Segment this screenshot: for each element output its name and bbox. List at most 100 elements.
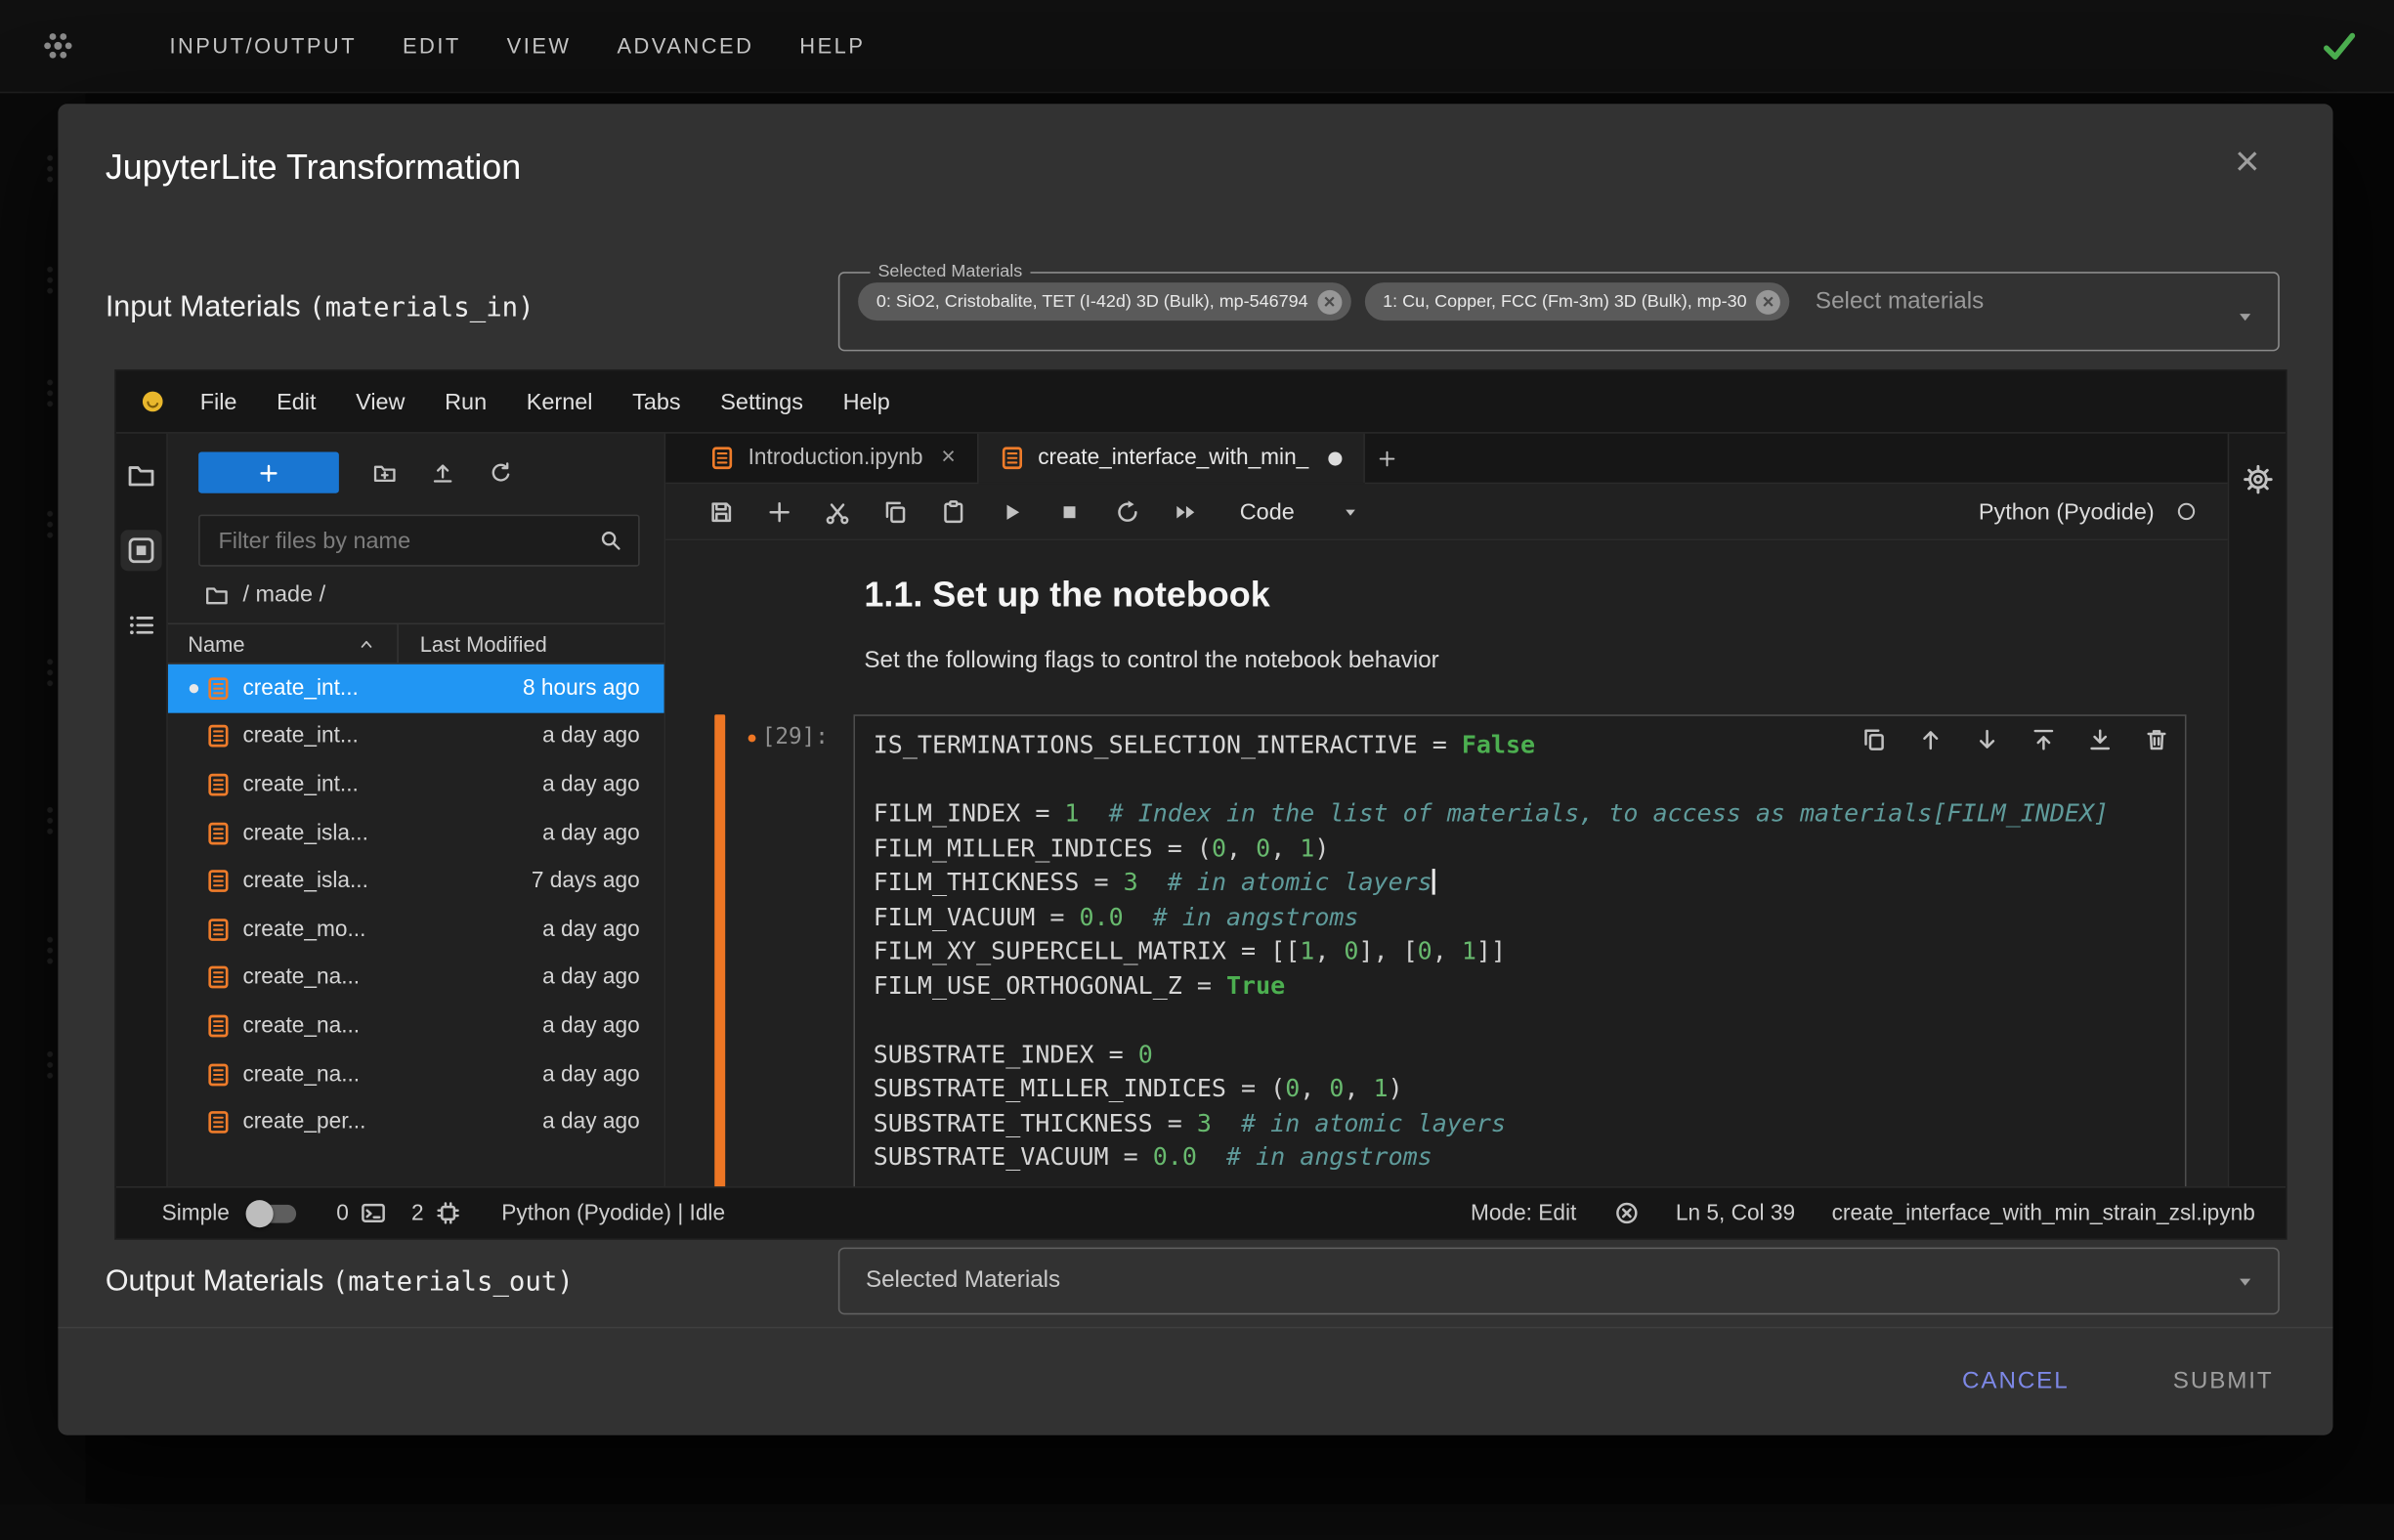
- top-menu-view[interactable]: VIEW: [484, 33, 594, 58]
- dialog-title: JupyterLite Transformation: [106, 147, 521, 188]
- cut-icon[interactable]: [825, 498, 851, 525]
- filter-files-input[interactable]: [215, 526, 598, 555]
- paste-icon[interactable]: [941, 498, 967, 525]
- jupyter-menu-settings[interactable]: Settings: [701, 389, 823, 415]
- chevron-down-icon[interactable]: [2236, 306, 2255, 325]
- fast-forward-icon[interactable]: [1173, 498, 1199, 525]
- jupyter-menu-kernel[interactable]: Kernel: [506, 389, 612, 415]
- cursor-position[interactable]: Ln 5, Col 39: [1676, 1201, 1795, 1225]
- kernel-name: Python (Pyodide): [1979, 498, 2155, 525]
- materials-select-placeholder[interactable]: Select materials: [1816, 288, 1984, 316]
- editor-tab-introduction-ipynb[interactable]: Introduction.ipynb ×: [689, 434, 979, 483]
- text-cursor: [1432, 869, 1434, 895]
- table-of-contents-icon[interactable]: [127, 611, 156, 640]
- file-row[interactable]: create_per...a day ago: [168, 1098, 664, 1146]
- file-row[interactable]: create_mo...a day ago: [168, 906, 664, 954]
- column-header-name[interactable]: Name: [168, 631, 397, 656]
- chip-delete-icon[interactable]: ×: [1317, 289, 1342, 314]
- material-chips: 0: SiO2, Cristobalite, TET (I-42d) 3D (B…: [858, 282, 2210, 321]
- top-menu-help[interactable]: HELP: [777, 33, 888, 58]
- tab-label: Introduction.ipynb: [748, 446, 923, 470]
- delete-icon[interactable]: [2144, 727, 2170, 753]
- new-tab-button[interactable]: [1365, 434, 1408, 483]
- cancel-button[interactable]: CANCEL: [1953, 1366, 2078, 1396]
- file-row[interactable]: create_int...a day ago: [168, 712, 664, 760]
- new-folder-icon[interactable]: [372, 460, 397, 485]
- file-row[interactable]: create_int...a day ago: [168, 760, 664, 808]
- run-icon[interactable]: [999, 498, 1025, 525]
- save-icon[interactable]: [708, 498, 735, 525]
- file-modified: a day ago: [542, 965, 664, 990]
- breadcrumb-path[interactable]: / made /: [242, 581, 325, 608]
- material-chip[interactable]: 1: Cu, Copper, FCC (Fm-3m) 3D (Bulk), mp…: [1364, 282, 1789, 321]
- new-launcher-button[interactable]: [198, 452, 339, 493]
- output-materials-select[interactable]: Selected Materials: [838, 1248, 2280, 1315]
- jupyterlite-transformation-dialog: JupyterLite Transformation × Input Mater…: [58, 104, 2332, 1435]
- add-cell-icon[interactable]: [766, 498, 792, 525]
- file-row[interactable]: create_na...a day ago: [168, 1002, 664, 1049]
- move-down-icon[interactable]: [1974, 727, 2000, 753]
- terminal-icon[interactable]: [361, 1200, 387, 1226]
- dialog-close-icon[interactable]: ×: [2235, 141, 2260, 184]
- top-menu-input-output[interactable]: INPUT/OUTPUT: [147, 33, 380, 58]
- file-name: create_na...: [242, 965, 360, 990]
- material-chip[interactable]: 0: SiO2, Cristobalite, TET (I-42d) 3D (B…: [858, 282, 1350, 321]
- move-up-icon[interactable]: [1918, 727, 1945, 753]
- running-kernels-icon[interactable]: [120, 530, 161, 571]
- code-editor[interactable]: IS_TERMINATIONS_SELECTION_INTERACTIVE = …: [853, 714, 2186, 1186]
- notebook-area: Introduction.ipynb × create_interface_with…: [665, 434, 2227, 1186]
- file-name: create_int...: [242, 773, 358, 797]
- file-row[interactable]: create_na... a day ago: [168, 954, 664, 1002]
- file-row[interactable]: create_isla...a day ago: [168, 809, 664, 857]
- submit-button[interactable]: SUBMIT: [2163, 1366, 2283, 1396]
- check-icon[interactable]: [2321, 27, 2358, 64]
- jupyter-menu-view[interactable]: View: [336, 389, 425, 415]
- jupyter-menu-run[interactable]: Run: [425, 389, 507, 415]
- jupyter-menu-edit[interactable]: Edit: [257, 389, 336, 415]
- duplicate-icon[interactable]: [1861, 727, 1888, 753]
- notebook-scroll-area[interactable]: 1.1. Set up the notebook Set the followi…: [665, 540, 2227, 1186]
- jupyter-menu-file[interactable]: File: [180, 389, 256, 415]
- input-materials-label: Input Materials (materials_in): [106, 290, 534, 325]
- name-column-label: Name: [188, 631, 244, 656]
- notifications-off-icon[interactable]: [1613, 1200, 1640, 1226]
- jupyter-menu-help[interactable]: Help: [823, 389, 910, 415]
- copy-icon[interactable]: [882, 498, 909, 525]
- folder-icon[interactable]: [204, 582, 229, 607]
- notebook-icon: [206, 724, 231, 749]
- restart-icon[interactable]: [1115, 498, 1141, 525]
- file-row[interactable]: create_isla...7 days ago: [168, 857, 664, 905]
- code-line: SUBSTRATE_INDEX = 0: [874, 1038, 2166, 1072]
- folder-icon[interactable]: [127, 461, 156, 491]
- notebook-icon: [206, 918, 231, 942]
- file-modified: a day ago: [542, 724, 664, 749]
- plus-icon: [1377, 449, 1396, 468]
- editor-tab-create-interface-with-min[interactable]: create_interface_with_min_: [978, 434, 1365, 483]
- file-modified: 7 days ago: [532, 869, 664, 893]
- cell-type-dropdown[interactable]: Code: [1240, 498, 1360, 525]
- chip-delete-icon[interactable]: ×: [1756, 289, 1780, 314]
- top-menu-advanced[interactable]: ADVANCED: [594, 33, 777, 58]
- file-row[interactable]: create_na...a day ago: [168, 1050, 664, 1098]
- input-materials-code: (materials_in): [309, 293, 534, 323]
- column-header-modified[interactable]: Last Modified: [397, 624, 663, 663]
- markdown-cell[interactable]: 1.1. Set up the notebook Set the followi…: [665, 575, 2227, 675]
- jupyter-menu-tabs[interactable]: Tabs: [613, 389, 701, 415]
- top-menu-edit[interactable]: EDIT: [380, 33, 485, 58]
- running-indicator-dot: [190, 1070, 198, 1079]
- simple-mode-toggle[interactable]: [251, 1204, 297, 1222]
- notebook-icon: [206, 676, 231, 701]
- upload-icon[interactable]: [431, 460, 455, 485]
- file-row[interactable]: create_int...8 hours ago: [168, 664, 664, 712]
- tab-close-icon[interactable]: ×: [941, 445, 956, 472]
- code-cell[interactable]: [29]: IS_TERMINATIONS_SELECTION_INTERACT…: [665, 714, 2227, 1186]
- breadcrumb[interactable]: / made /: [168, 567, 664, 620]
- chevron-down-icon[interactable]: [2236, 1272, 2255, 1292]
- insert-above-icon[interactable]: [2031, 727, 2057, 753]
- insert-below-icon[interactable]: [2087, 727, 2114, 753]
- kernel-icon[interactable]: [436, 1200, 462, 1226]
- refresh-icon[interactable]: [489, 460, 513, 485]
- gear-icon[interactable]: [2243, 464, 2273, 494]
- stop-icon[interactable]: [1056, 498, 1083, 525]
- materials-select[interactable]: Selected Materials 0: SiO2, Cristobalite…: [838, 263, 2280, 352]
